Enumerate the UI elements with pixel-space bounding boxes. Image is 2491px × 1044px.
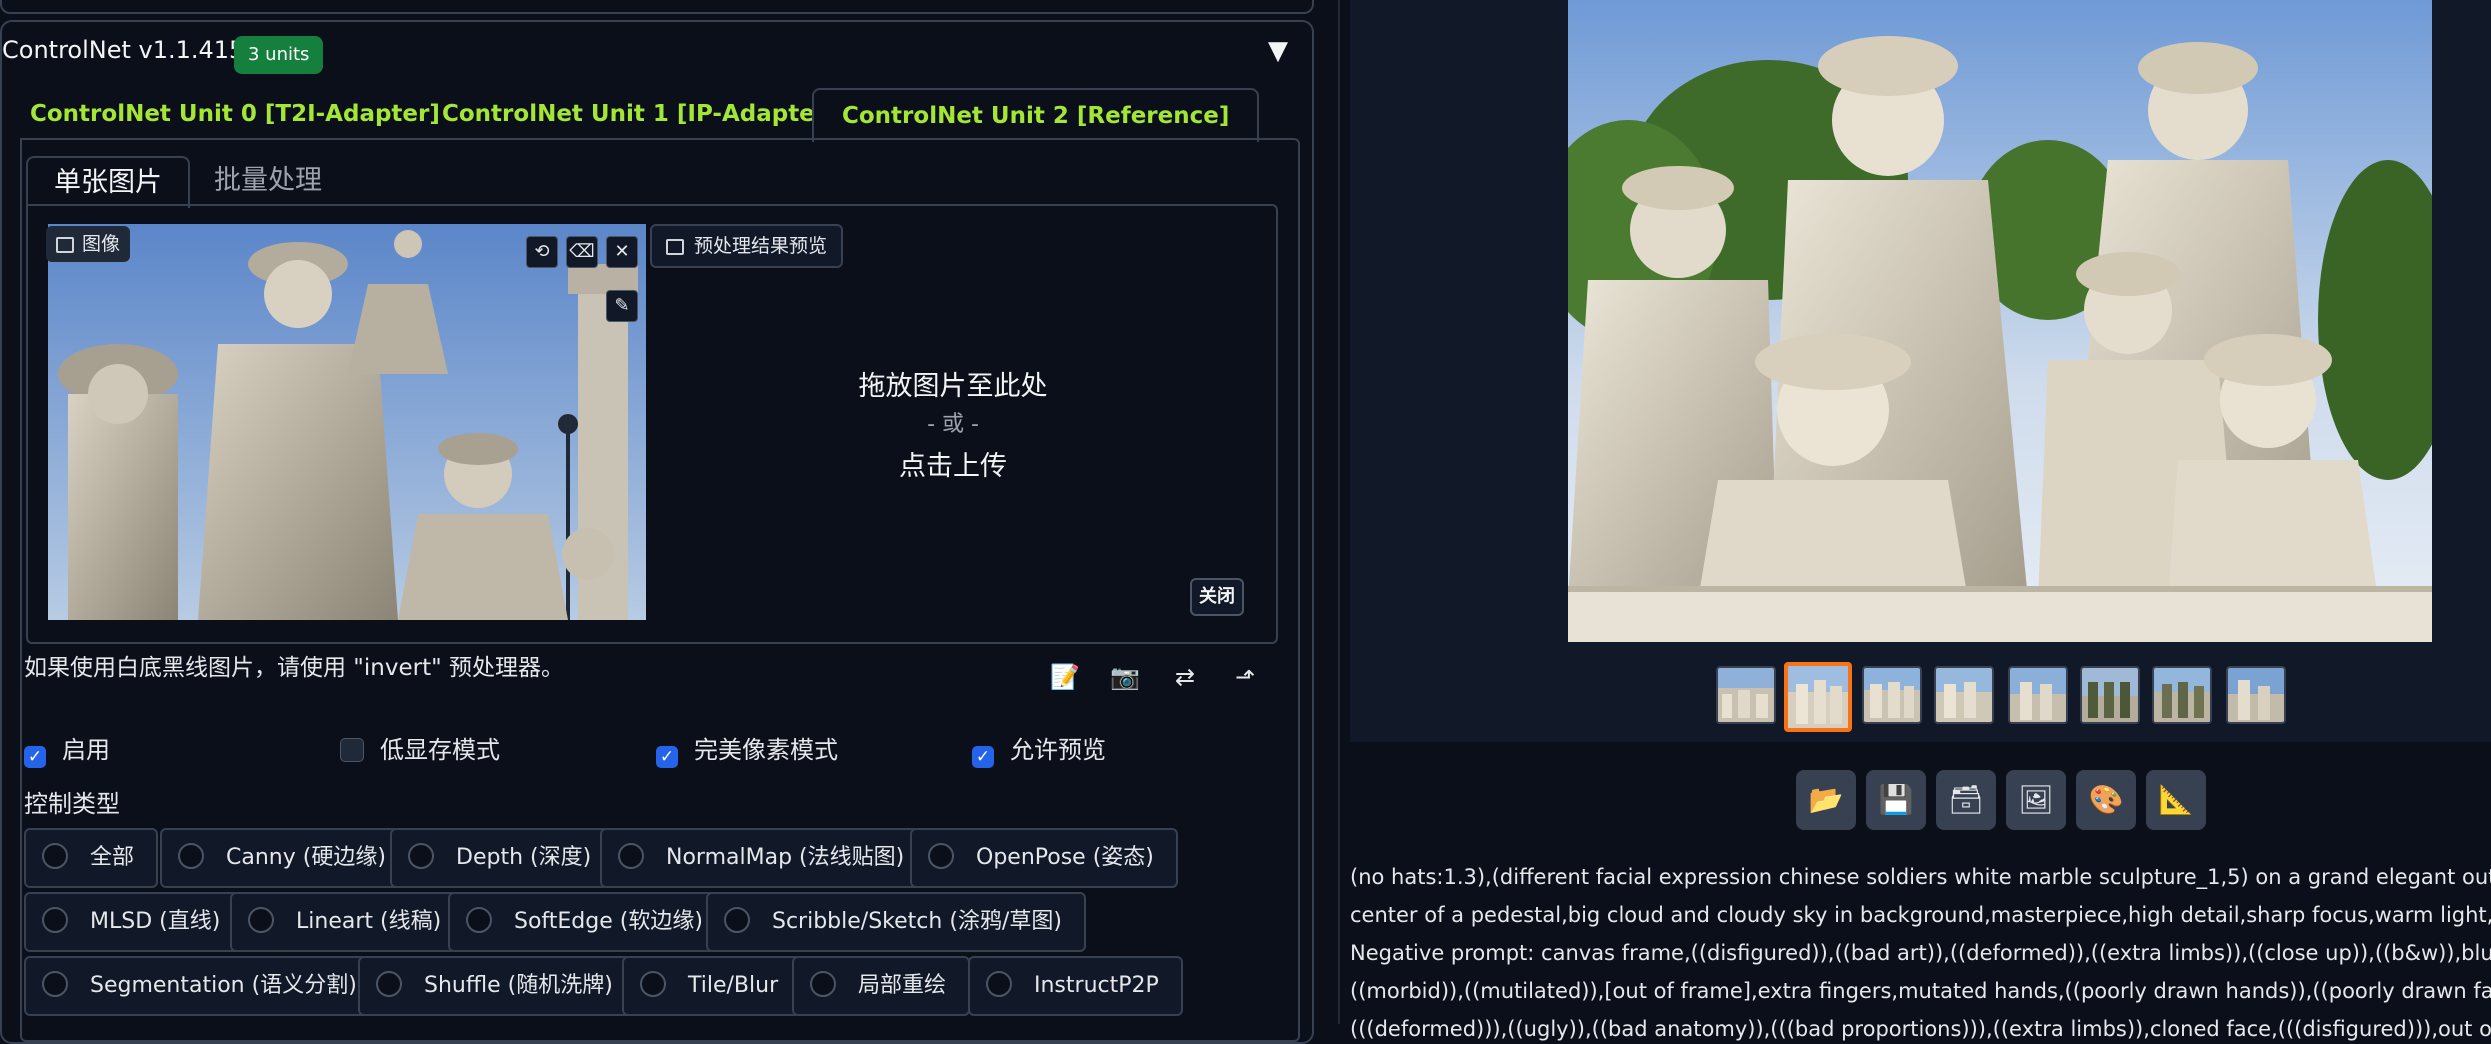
check-icon: ✓ [656,746,678,768]
triangle-down-icon[interactable]: ▼ [1268,36,1288,66]
image-icon [666,238,684,255]
image-icon [56,236,74,253]
checkbox-label: 允许预览 [1010,736,1106,764]
radio-canny[interactable]: Canny (硬边缘) [160,828,410,888]
radio-scribble[interactable]: Scribble/Sketch (涂鸦/草图) [706,892,1086,952]
checkbox-label: 低显存模式 [380,736,500,764]
checkbox-label: 完美像素模式 [694,736,838,764]
check-icon: ✓ [972,746,994,768]
invert-hint: 如果使用白底黑线图片，请使用 "invert" 预处理器。 [24,655,564,681]
generated-image[interactable] [1568,0,2432,642]
drop-text-line3[interactable]: 点击上传 [650,444,1256,483]
image-label: 图像 [46,226,131,262]
radio-depth[interactable]: Depth (深度) [390,828,616,888]
tab-single-image[interactable]: 单张图片 [26,156,190,208]
previous-panel-edge [0,0,1314,14]
controlnet-title[interactable]: ControlNet v1.1.415 [2,36,244,64]
eraser-icon[interactable]: ⌫ [566,236,598,268]
radio-inpaint[interactable]: 局部重绘 [792,956,971,1016]
radio-instructp2p[interactable]: InstructP2P [968,956,1183,1016]
thumbnail[interactable] [2152,666,2212,724]
palette-icon[interactable]: 🎨 [2076,770,2136,830]
check-icon: ✓ [24,746,46,768]
zip-icon[interactable]: 🗃 [1936,770,1996,830]
save-icon[interactable]: 💾 [1866,770,1926,830]
rotate-icon[interactable]: ⟲ [526,236,558,268]
thumbnail[interactable] [2080,666,2140,724]
drop-text-line2: - 或 - [927,412,979,437]
radio-softedge[interactable]: SoftEdge (软边缘) [448,892,727,952]
thumbnail-selected[interactable] [1784,662,1852,732]
preprocessor-preview-label: 预处理结果预览 [650,224,844,268]
checkbox-label: 启用 [62,736,110,764]
allow-preview-checkbox[interactable]: ✓ 允许预览 [972,730,1106,768]
close-icon[interactable]: ✕ [606,236,638,268]
folder-icon[interactable]: 📂 [1796,770,1856,830]
control-type-label: 控制类型 [24,790,120,818]
edit-icon[interactable]: 📝 [1048,660,1082,694]
negative-prompt-line: Negative prompt: canvas frame,((disfigur… [1350,941,2491,965]
radio-mlsd[interactable]: MLSD (直线) [24,892,245,952]
negative-prompt-line: (((deformed))),((ugly)),((bad anatomy)),… [1350,1017,2491,1041]
preview-label-text: 预处理结果预览 [694,235,828,257]
radio-all[interactable]: 全部 [24,828,159,888]
units-badge: 3 units [234,36,324,74]
radio-lineart[interactable]: Lineart (线稿) [230,892,466,952]
radio-segmentation[interactable]: Segmentation (语义分割) [24,956,381,1016]
swap-icon[interactable]: ⇄ [1168,660,1202,694]
thumbnail[interactable] [1716,666,1776,724]
thumbnail[interactable] [1862,666,1922,724]
drop-text-line1[interactable]: 拖放图片至此处 [650,364,1256,403]
tab-unit-1[interactable]: ControlNet Unit 1 [IP-Adapter] [414,88,865,140]
radio-shuffle[interactable]: Shuffle (随机洗牌) [358,956,637,1016]
close-preview-button[interactable]: 关闭 [1190,578,1244,616]
negative-prompt-line: ((morbid)),((mutilated)),[out of frame],… [1350,979,2491,1003]
tab-unit-0[interactable]: ControlNet Unit 0 [T2I-Adapter] [2,88,468,140]
radio-openpose[interactable]: OpenPose (姿态) [910,828,1178,888]
ruler-icon[interactable]: 📐 [2146,770,2206,830]
prompt-line: center of a pedestal,big cloud and cloud… [1350,903,2491,927]
low-vram-checkbox[interactable]: 低显存模式 [340,730,500,765]
image-icon[interactable]: 🖼 [2006,770,2066,830]
send-dimensions-icon[interactable]: ⬏ [1228,660,1262,694]
image-label-text: 图像 [82,233,121,255]
radio-normalmap[interactable]: NormalMap (法线贴图) [600,828,929,888]
prompt-line: (no hats:1.3),(different facial expressi… [1350,865,2491,889]
brush-icon[interactable]: ✎ [606,290,638,322]
tab-unit-2[interactable]: ControlNet Unit 2 [Reference] [812,88,1260,142]
pixel-perfect-checkbox[interactable]: ✓ 完美像素模式 [656,730,838,768]
uploaded-image[interactable] [48,224,646,620]
radio-tile-blur[interactable]: Tile/Blur [622,956,803,1016]
enable-checkbox[interactable]: ✓ 启用 [24,730,110,768]
camera-icon[interactable]: 📷 [1108,660,1142,694]
tab-batch[interactable]: 批量处理 [188,156,348,206]
thumbnail[interactable] [2226,666,2286,724]
thumbnail[interactable] [1934,666,1994,724]
thumbnail[interactable] [2008,666,2068,724]
